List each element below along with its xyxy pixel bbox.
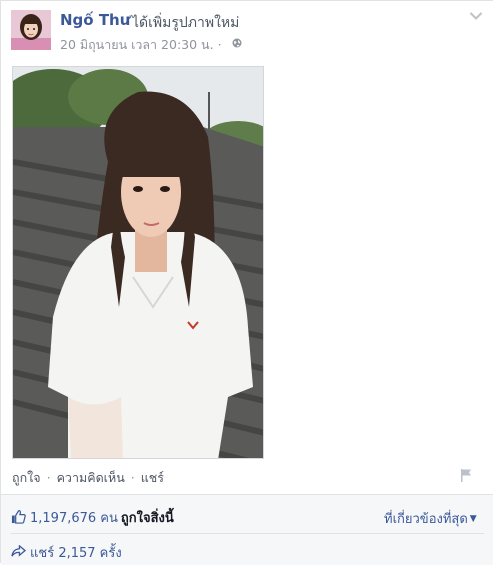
meta-separator: ·: [217, 37, 222, 52]
post-photo[interactable]: [12, 66, 264, 459]
feed-post: Ngố Thư ได้เพิ่มรูปภาพใหม่ 20 มิถุนายน เ…: [0, 0, 493, 565]
like-count[interactable]: 1,197,676 คน: [30, 511, 118, 526]
post-actions: ถูกใจ · ความคิดเห็น · แชร์: [12, 468, 164, 488]
flag-icon[interactable]: [460, 468, 472, 482]
share-count: แชร์ 2,157 ครั้ง: [30, 546, 122, 561]
ufi-panel: 1,197,676 คน ถูกใจสิ่งนี้ ที่เกี่ยวข้องที…: [1, 494, 493, 565]
post-meta: 20 มิถุนายน เวลา 20:30 น. ·: [60, 35, 226, 55]
chevron-down-icon[interactable]: [469, 11, 483, 21]
like-link[interactable]: ถูกใจ: [12, 470, 41, 485]
share-arrow-icon: [11, 545, 26, 557]
globe-icon[interactable]: [232, 38, 242, 48]
post-timestamp[interactable]: 20 มิถุนายน เวลา 20:30 น.: [60, 37, 214, 52]
author-avatar[interactable]: [11, 10, 51, 50]
comment-link[interactable]: ความคิดเห็น: [57, 470, 125, 485]
author-name[interactable]: Ngố Thư: [60, 11, 130, 29]
caret-down-icon: ▼: [469, 514, 477, 524]
comment-order-label: ที่เกี่ยวข้องที่สุด: [384, 512, 468, 527]
ufi-divider: [11, 533, 484, 534]
thumbs-up-icon: [11, 510, 26, 524]
post-action-text: ได้เพิ่มรูปภาพใหม่: [132, 15, 240, 31]
share-link[interactable]: แชร์: [141, 470, 164, 485]
like-summary: 1,197,676 คน ถูกใจสิ่งนี้: [11, 507, 174, 526]
comment-order-dropdown[interactable]: ที่เกี่ยวข้องที่สุด ▼: [384, 508, 477, 529]
actions-separator: ·: [130, 470, 135, 485]
share-summary[interactable]: แชร์ 2,157 ครั้ง: [11, 542, 122, 563]
like-suffix: ถูกใจสิ่งนี้: [120, 511, 174, 526]
actions-separator: ·: [46, 470, 51, 485]
